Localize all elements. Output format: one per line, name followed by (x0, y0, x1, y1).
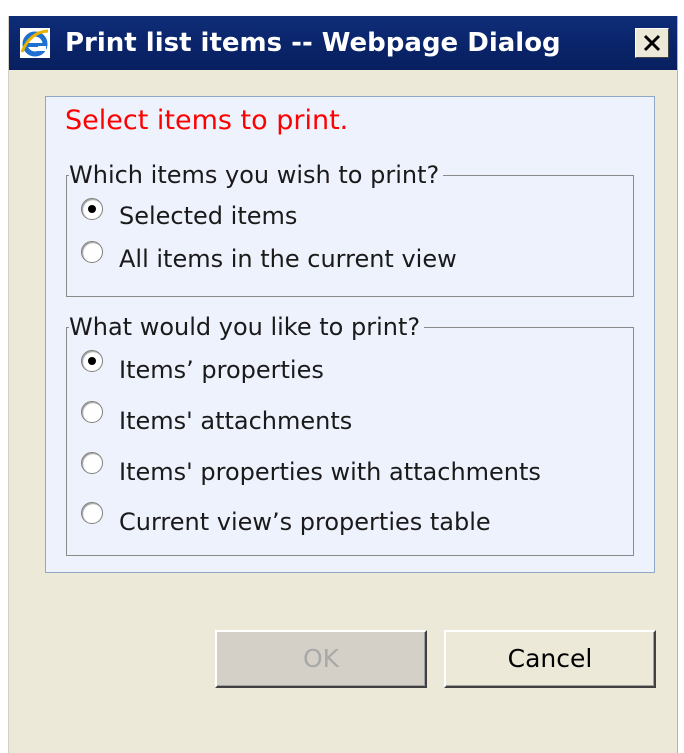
print-content-legend: What would you like to print? (69, 311, 425, 343)
radio-label: Items’ properties (119, 356, 324, 384)
ok-button[interactable]: OK (215, 630, 427, 688)
cancel-button[interactable]: Cancel (444, 630, 656, 688)
radio-label: Items' attachments (119, 407, 353, 435)
print-options-panel: Select items to print. Which items you w… (45, 96, 655, 573)
radio-label: All items in the current view (119, 245, 457, 273)
radio-selected-dot (88, 357, 96, 365)
close-button[interactable] (635, 28, 669, 58)
radio-button[interactable] (81, 198, 103, 220)
radio-button[interactable] (81, 350, 103, 372)
dialog-window: Print list items -- Webpage Dialog Selec… (8, 16, 678, 753)
radio-button[interactable] (81, 241, 103, 263)
radio-button[interactable] (81, 502, 103, 524)
items-scope-group: Which items you wish to print? Selected … (66, 159, 634, 297)
radio-selected-dot (88, 205, 96, 213)
radio-button[interactable] (81, 452, 103, 474)
ie-icon (20, 28, 50, 58)
radio-label: Selected items (119, 202, 298, 230)
title-bar[interactable]: Print list items -- Webpage Dialog (9, 16, 677, 70)
panel-headline: Select items to print. (65, 105, 349, 136)
radio-label: Items' properties with attachments (119, 458, 541, 486)
close-icon (643, 34, 661, 52)
print-content-group: What would you like to print? Items’ pro… (66, 311, 634, 556)
window-title: Print list items -- Webpage Dialog (65, 28, 561, 58)
radio-button[interactable] (81, 401, 103, 423)
radio-label: Current view’s properties table (119, 508, 491, 536)
items-scope-legend: Which items you wish to print? (69, 159, 444, 191)
